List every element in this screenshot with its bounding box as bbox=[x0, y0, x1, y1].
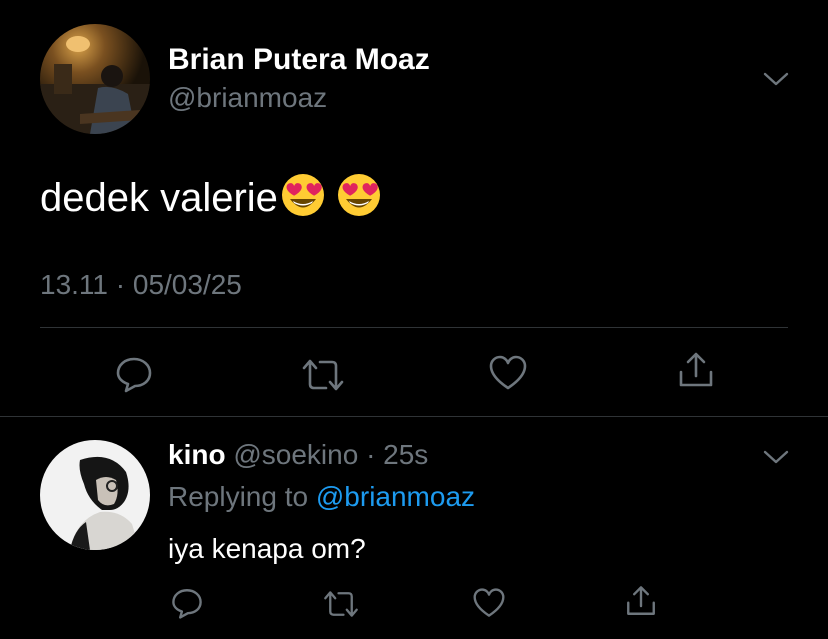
share-icon bbox=[627, 586, 655, 615]
more-options-chevron-down-icon[interactable] bbox=[762, 68, 790, 90]
reply-reply-button[interactable] bbox=[170, 586, 204, 620]
heart-icon bbox=[473, 588, 505, 617]
retweet-icon bbox=[302, 359, 344, 391]
heart-icon bbox=[489, 355, 527, 390]
speech-bubble-icon bbox=[172, 589, 202, 619]
tweet-timestamp[interactable]: 13.11 · 05/03/25 bbox=[40, 268, 242, 302]
author-name[interactable]: Brian Putera Moaz bbox=[168, 42, 430, 78]
like-button[interactable] bbox=[488, 354, 528, 392]
reply-button[interactable] bbox=[114, 354, 154, 394]
speech-bubble-icon bbox=[116, 357, 152, 393]
reply-author-handle[interactable]: @soekino bbox=[233, 439, 358, 470]
replying-to-handle-link[interactable]: @brianmoaz bbox=[316, 481, 475, 512]
avatar[interactable] bbox=[40, 24, 150, 134]
retweet-button[interactable] bbox=[300, 356, 346, 394]
section-divider bbox=[0, 416, 828, 417]
reply-header: kino @soekino · 25s bbox=[168, 438, 428, 472]
reply-more-options-chevron-down-icon[interactable] bbox=[762, 446, 790, 468]
tweet-text: dedek valerie bbox=[40, 176, 278, 221]
replying-to-label: Replying to bbox=[168, 481, 309, 512]
reply-text: iya kenapa om? bbox=[168, 533, 366, 564]
author-handle[interactable]: @brianmoaz bbox=[168, 81, 327, 115]
avatar-photo bbox=[40, 24, 150, 134]
reply-author-name[interactable]: kino bbox=[168, 439, 226, 470]
reply-avatar[interactable] bbox=[40, 440, 150, 550]
reply-time: · 25s bbox=[366, 439, 429, 470]
share-button[interactable] bbox=[676, 350, 716, 390]
reply-retweet-button[interactable] bbox=[322, 588, 360, 620]
share-icon bbox=[679, 352, 713, 387]
reply-like-button[interactable] bbox=[472, 587, 506, 619]
reply-share-button[interactable] bbox=[624, 584, 658, 618]
replying-to-line: Replying to @brianmoaz bbox=[168, 480, 475, 514]
heart-eyes-emoji-icon bbox=[336, 172, 382, 229]
tweet-text-line: dedek valerie bbox=[40, 172, 382, 229]
heart-eyes-emoji-icon bbox=[280, 172, 326, 229]
divider bbox=[40, 327, 788, 328]
retweet-icon bbox=[324, 591, 358, 617]
reply-avatar-photo bbox=[40, 440, 150, 550]
